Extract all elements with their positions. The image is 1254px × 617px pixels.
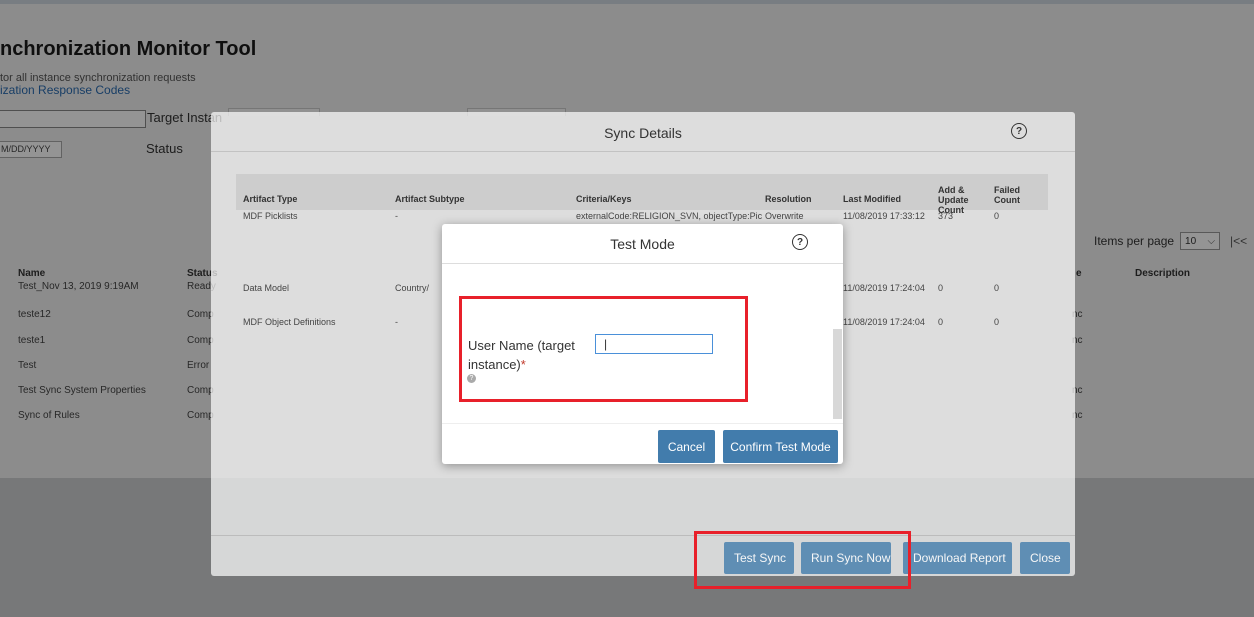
header-last-modified[interactable]: Last Modified bbox=[843, 194, 901, 204]
header-artifact-subtype[interactable]: Artifact Subtype bbox=[395, 194, 465, 204]
artifact-subtype-cell: Country/ bbox=[395, 283, 430, 293]
add-update-count-cell: 0 bbox=[938, 317, 944, 327]
sync-details-header: Sync Details ? bbox=[211, 112, 1075, 152]
failed-count-cell: 0 bbox=[994, 317, 1000, 327]
artifact-type-cell: MDF Picklists bbox=[243, 211, 298, 221]
highlight-sync-buttons-annotation bbox=[694, 531, 911, 589]
add-update-count-cell: 373 bbox=[938, 211, 954, 221]
add-update-count-cell: 0 bbox=[938, 283, 944, 293]
scrollbar[interactable] bbox=[833, 329, 842, 419]
artifact-type-cell: MDF Object Definitions bbox=[243, 317, 336, 327]
header-artifact-type[interactable]: Artifact Type bbox=[243, 194, 297, 204]
criteria-cell: externalCode:RELIGION_SVN, objectType:Pi… bbox=[576, 211, 763, 221]
artifact-type-cell: Data Model bbox=[243, 283, 290, 293]
sync-details-title: Sync Details bbox=[604, 125, 682, 141]
highlight-user-name-annotation bbox=[459, 296, 748, 402]
header-criteria-keys[interactable]: Criteria/Keys bbox=[576, 194, 632, 204]
artifact-subtype-cell: - bbox=[395, 211, 398, 221]
sync-table-header: Artifact Type Artifact Subtype Criteria/… bbox=[236, 174, 1048, 215]
help-icon[interactable]: ? bbox=[792, 234, 808, 250]
confirm-test-mode-button[interactable]: Confirm Test Mode bbox=[723, 430, 838, 463]
cancel-button[interactable]: Cancel bbox=[658, 430, 715, 463]
header-failed-count[interactable]: Failed Count bbox=[994, 185, 1040, 205]
resolution-cell: Overwrite bbox=[765, 211, 804, 221]
close-button[interactable]: Close bbox=[1020, 542, 1070, 574]
download-report-button[interactable]: Download Report bbox=[903, 542, 1012, 574]
last-modified-cell: 11/08/2019 17:24:04 bbox=[843, 317, 925, 327]
last-modified-cell: 11/08/2019 17:24:04 bbox=[843, 283, 925, 293]
test-mode-title: Test Mode bbox=[610, 236, 675, 252]
failed-count-cell: 0 bbox=[994, 211, 1000, 221]
artifact-subtype-cell: - bbox=[395, 317, 398, 327]
last-modified-cell: 11/08/2019 17:33:12 bbox=[843, 211, 925, 221]
help-icon[interactable]: ? bbox=[1011, 123, 1027, 139]
header-resolution[interactable]: Resolution bbox=[765, 194, 812, 204]
test-mode-header: Test Mode ? bbox=[442, 224, 843, 264]
failed-count-cell: 0 bbox=[994, 283, 1000, 293]
